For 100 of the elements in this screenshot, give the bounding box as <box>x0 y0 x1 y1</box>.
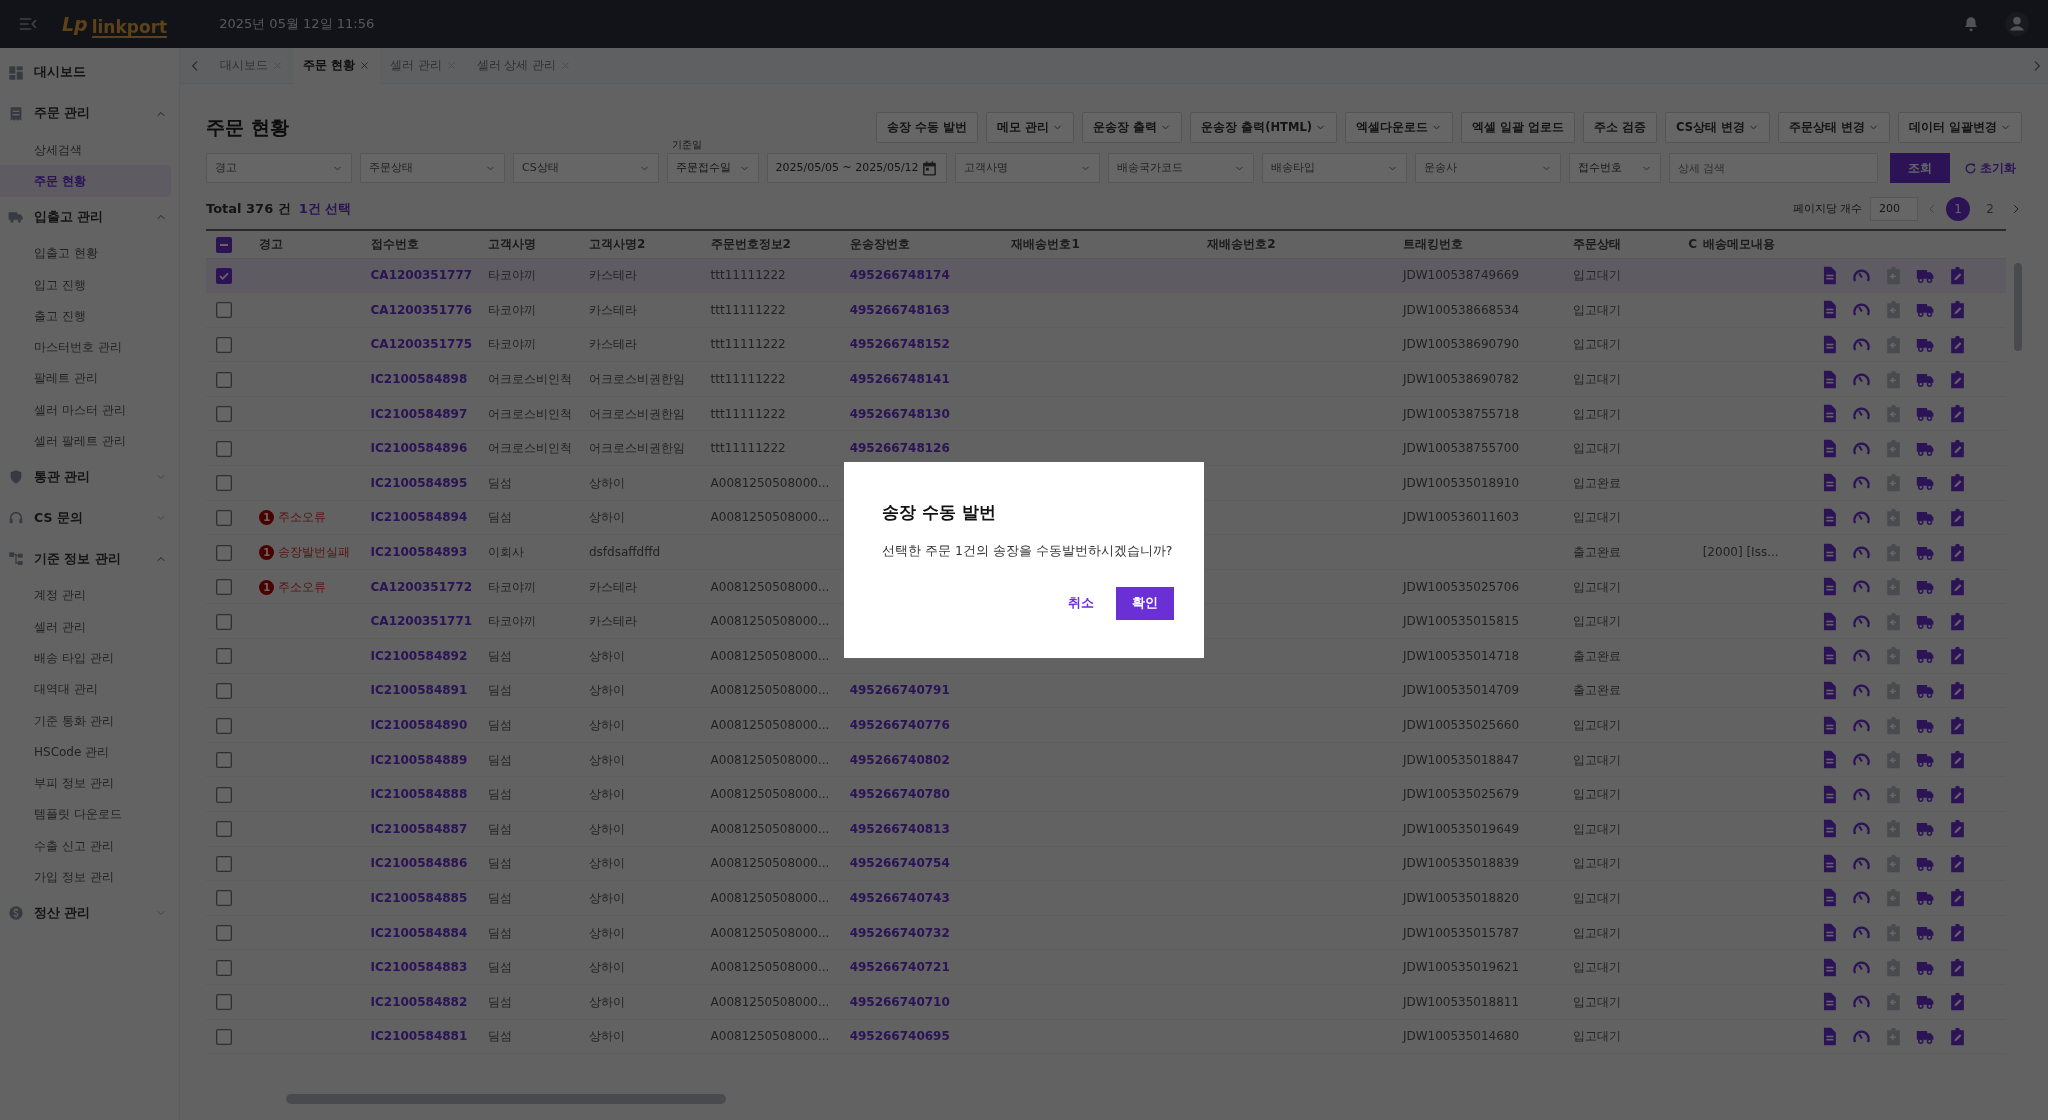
calendar-icon[interactable] <box>920 159 938 177</box>
confirm-button[interactable]: 확인 <box>1116 586 1174 620</box>
sidebar-item[interactable]: 배송 타입 관리 <box>0 642 171 674</box>
order-link[interactable]: 495266748130 <box>849 406 950 421</box>
checkbox[interactable] <box>216 648 232 665</box>
order-link[interactable]: 495266740813 <box>849 821 950 836</box>
scrollbar[interactable] <box>2014 263 2022 351</box>
search-button[interactable]: 조회 <box>1890 153 1950 183</box>
checkbox[interactable] <box>216 925 232 942</box>
order-link[interactable]: 495266740743 <box>849 891 950 905</box>
bell-icon[interactable] <box>1962 15 1980 33</box>
checkbox[interactable] <box>216 440 232 457</box>
checkbox[interactable] <box>216 613 232 630</box>
sidebar-group[interactable]: 대시보드 <box>0 52 179 93</box>
checkbox[interactable] <box>216 890 232 907</box>
checkbox[interactable] <box>216 302 232 319</box>
order-link[interactable]: 495266740802 <box>849 752 950 767</box>
select-field[interactable]: 배송국가코드 <box>1108 153 1254 183</box>
toolbar-button[interactable]: 운송장 출력(HTML) <box>1190 112 1337 143</box>
toolbar-button[interactable]: 주소 검증 <box>1583 112 1657 143</box>
order-link[interactable]: IC2100584886 <box>370 856 468 871</box>
sidebar-group[interactable]: CS 문의 <box>0 497 179 539</box>
page-size-select[interactable]: 200 <box>1870 197 1918 221</box>
sidebar-item[interactable]: 셀러 마스터 관리 <box>0 394 171 426</box>
order-link[interactable]: IC2100584882 <box>370 994 468 1009</box>
order-link[interactable]: 495266740776 <box>849 718 950 732</box>
checkbox[interactable] <box>216 337 232 353</box>
checkbox[interactable] <box>216 544 232 561</box>
order-link[interactable]: IC2100584895 <box>370 475 468 490</box>
checkbox[interactable] <box>216 509 232 526</box>
order-link[interactable]: IC2100584883 <box>370 960 468 975</box>
sidebar-item[interactable]: 계정 관리 <box>0 579 171 611</box>
select-field[interactable]: 배송타입 <box>1261 153 1408 183</box>
order-link[interactable]: IC2100584896 <box>370 441 468 456</box>
sidebar-item[interactable]: 부피 정보 관리 <box>0 767 171 799</box>
order-link[interactable]: 495266748163 <box>849 302 950 317</box>
toolbar-button[interactable]: 엑셀다운로드 <box>1345 112 1453 143</box>
checkbox[interactable] <box>216 371 232 388</box>
sidebar-item[interactable]: 상세검색 <box>0 134 171 166</box>
toolbar-button[interactable]: 데이터 일괄변경 <box>1898 112 2022 143</box>
toolbar-button[interactable]: CS상태 변경 <box>1665 112 1770 143</box>
select-field[interactable]: 접수번호 <box>1568 153 1661 183</box>
order-link[interactable]: IC2100584881 <box>370 1029 468 1044</box>
checkbox[interactable] <box>216 579 232 596</box>
toolbar-button[interactable]: 메모 관리 <box>986 112 1075 143</box>
checkbox[interactable] <box>216 855 232 872</box>
page-button[interactable]: 2 <box>1978 197 2002 221</box>
order-link[interactable]: IC2100584890 <box>370 718 468 732</box>
checkbox[interactable] <box>216 267 232 284</box>
sidebar-item[interactable]: 수출 신고 관리 <box>0 830 171 862</box>
checkbox[interactable] <box>216 236 232 253</box>
sidebar-item[interactable]: 마스터번호 관리 <box>0 331 171 363</box>
sidebar-group[interactable]: 입출고 관리 <box>0 196 179 238</box>
order-link[interactable]: IC2100584897 <box>370 406 468 421</box>
order-link[interactable]: 495266740754 <box>849 856 950 871</box>
order-link[interactable]: IC2100584885 <box>370 891 468 905</box>
toolbar-button[interactable]: 엑셀 일괄 업로드 <box>1461 112 1575 143</box>
order-link[interactable]: CA1200351775 <box>370 337 473 352</box>
toolbar-button[interactable]: 운송장 출력 <box>1082 112 1183 143</box>
select-field[interactable]: 경고 <box>206 153 352 183</box>
sidebar-group[interactable]: 주문 관리 <box>0 93 179 134</box>
order-link[interactable]: 495266748141 <box>849 372 950 387</box>
order-link[interactable]: IC2100584891 <box>370 683 468 698</box>
order-link[interactable]: 495266740721 <box>849 960 950 975</box>
checkbox[interactable] <box>216 682 232 699</box>
sidebar-item[interactable]: HSCode 관리 <box>0 736 171 768</box>
order-link[interactable]: 495266740695 <box>849 1029 950 1044</box>
sidebar-group[interactable]: 정산 관리 <box>0 892 179 934</box>
checkbox[interactable] <box>216 406 232 423</box>
checkbox[interactable] <box>216 786 232 803</box>
page-button[interactable]: 1 <box>1946 197 1970 221</box>
sidebar-item[interactable]: 템플릿 다운로드 <box>0 798 171 831</box>
order-link[interactable]: IC2100584887 <box>370 821 468 836</box>
order-link[interactable]: IC2100584888 <box>370 787 468 802</box>
order-link[interactable]: 495266740710 <box>849 994 950 1009</box>
toolbar-button[interactable]: 송장 수동 발번 <box>876 112 979 143</box>
order-link[interactable]: 495266740791 <box>849 683 950 698</box>
sidebar-item[interactable]: 입출고 현황 <box>0 237 171 269</box>
sidebar-item[interactable]: 기준 통화 관리 <box>0 704 171 737</box>
order-link[interactable]: IC2100584892 <box>370 648 468 663</box>
order-link[interactable]: IC2100584898 <box>370 372 468 387</box>
select-field[interactable]: CS상태 <box>513 153 659 183</box>
order-link[interactable]: 495266740732 <box>849 925 950 940</box>
checkbox[interactable] <box>216 717 232 734</box>
sidebar-item[interactable]: 팔레트 관리 <box>0 362 171 395</box>
cancel-button[interactable]: 취소 <box>1062 586 1100 620</box>
toolbar-button[interactable]: 주문상태 변경 <box>1777 112 1890 143</box>
scrollbar[interactable] <box>286 1094 726 1104</box>
select-field[interactable]: 주문상태 <box>359 153 506 183</box>
select-field[interactable]: 운송사 <box>1415 153 1561 183</box>
order-link[interactable]: CA1200351776 <box>370 302 473 317</box>
checkbox[interactable] <box>216 994 232 1011</box>
sidebar-item[interactable]: 주문 현황 <box>0 165 171 197</box>
order-link[interactable]: 495266740780 <box>849 787 950 802</box>
sidebar-item[interactable]: 출고 진행 <box>0 300 171 332</box>
close-icon[interactable] <box>359 60 370 71</box>
order-link[interactable]: 495266748152 <box>849 337 950 352</box>
order-link[interactable]: CA1200351772 <box>370 579 473 594</box>
checkbox[interactable] <box>216 475 232 492</box>
order-link[interactable]: CA1200351771 <box>370 614 473 629</box>
